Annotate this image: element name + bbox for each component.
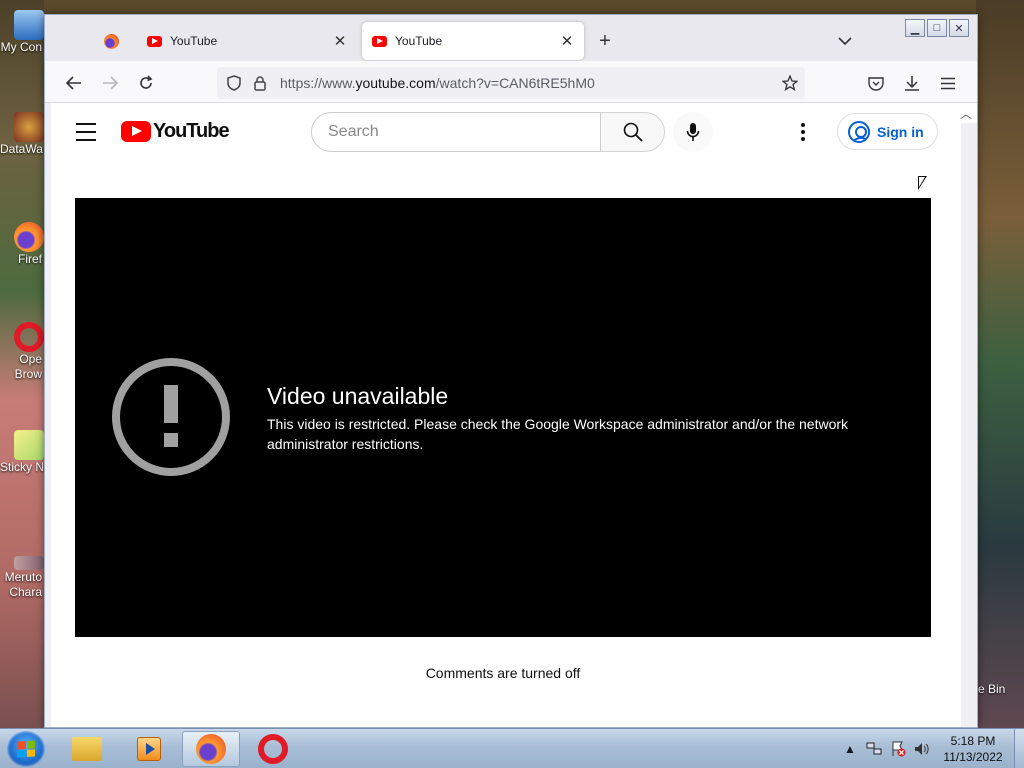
- desktop-icon-label: Firef: [18, 252, 42, 266]
- guide-menu-button[interactable]: [73, 121, 99, 143]
- action-center-alert-icon[interactable]: [890, 741, 906, 757]
- window-controls: ▁ □ ✕: [905, 19, 969, 37]
- tab-youtube-2-active[interactable]: YouTube ✕: [362, 22, 584, 60]
- pocket-icon: [868, 76, 884, 91]
- forward-button[interactable]: [97, 70, 123, 96]
- clock-time: 5:18 PM: [950, 734, 996, 748]
- recycle-bin-label[interactable]: e Bin: [978, 682, 1005, 696]
- microphone-icon: [686, 123, 700, 141]
- downloads-button[interactable]: [899, 70, 925, 96]
- desktop-icon-datawarehouse[interactable]: DataWa: [0, 112, 44, 157]
- desktop-icon-computer[interactable]: My Con: [0, 10, 44, 55]
- youtube-logo-text: YouTube: [153, 120, 230, 142]
- clock-date: 11/13/2022: [943, 750, 1003, 764]
- tab-youtube-1[interactable]: YouTube ✕: [135, 22, 357, 60]
- minimize-button[interactable]: ▁: [905, 19, 925, 37]
- datawa-icon: [14, 112, 44, 142]
- bookmark-star-icon[interactable]: [775, 68, 805, 98]
- navigation-toolbar: https://www.youtube.com/watch?v=CAN6tRE5…: [45, 61, 977, 103]
- page-content: YouTube Search Sign in Video unavailable: [51, 103, 961, 727]
- youtube-icon: [147, 35, 162, 47]
- tab-title: YouTube: [170, 34, 218, 48]
- media-player-icon: [137, 737, 161, 761]
- network-icon[interactable]: [866, 741, 882, 757]
- firefox-icon: [196, 734, 226, 764]
- desktop-icon-opera[interactable]: Ope Brow: [0, 322, 44, 382]
- search-icon: [623, 122, 643, 142]
- wallpaper: [976, 0, 1024, 728]
- video-player[interactable]: Video unavailable This video is restrict…: [75, 198, 931, 637]
- sticky-notes-icon: [14, 430, 44, 460]
- youtube-icon: [372, 35, 387, 47]
- desktop-icon-firefox[interactable]: Firef: [0, 222, 44, 267]
- scroll-up-arrow-icon[interactable]: ︿: [955, 103, 977, 123]
- taskbar-firefox[interactable]: [182, 731, 240, 767]
- desktop-icon-label: Sticky N: [0, 460, 45, 474]
- reload-icon: [140, 75, 153, 89]
- list-all-tabs-button[interactable]: [833, 29, 857, 53]
- show-desktop-button[interactable]: [1014, 729, 1024, 768]
- taskbar-clock[interactable]: 5:18 PM 11/13/2022: [940, 733, 1006, 765]
- image-icon: [14, 556, 44, 570]
- opera-icon: [14, 322, 44, 352]
- reload-button[interactable]: [133, 70, 159, 96]
- youtube-logo[interactable]: YouTube: [121, 120, 230, 143]
- sign-in-button[interactable]: Sign in: [837, 113, 938, 150]
- alert-icon: [112, 358, 230, 476]
- firefox-icon: [103, 33, 119, 49]
- chevron-down-icon: [838, 36, 852, 45]
- start-button[interactable]: [7, 731, 45, 767]
- pocket-button[interactable]: [863, 70, 889, 96]
- hamburger-menu-icon: [941, 77, 955, 89]
- error-title: Video unavailable: [267, 383, 449, 409]
- back-button[interactable]: [61, 70, 87, 96]
- close-icon[interactable]: ✕: [329, 30, 351, 52]
- tracking-protection-shield-icon[interactable]: [220, 69, 248, 97]
- search-button[interactable]: [601, 112, 665, 152]
- desktop-icon-label: My Con: [0, 40, 42, 54]
- mouse-cursor: [918, 176, 927, 190]
- desktop-icon-meruto[interactable]: Meruto Chara: [0, 556, 44, 600]
- close-window-button[interactable]: ✕: [949, 19, 969, 37]
- taskbar: ▲ 5:18 PM 11/13/2022: [0, 728, 1024, 768]
- opera-icon: [258, 734, 288, 764]
- youtube-icon: [121, 121, 151, 142]
- address-bar[interactable]: https://www.youtube.com/watch?v=CAN6tRE5…: [217, 67, 805, 99]
- settings-more-button[interactable]: [791, 119, 815, 145]
- voice-search-button[interactable]: [673, 112, 713, 152]
- error-message: This video is restricted. Please check t…: [267, 416, 849, 452]
- taskbar-media-player[interactable]: [120, 731, 178, 767]
- account-icon: [848, 120, 870, 143]
- taskbar-opera[interactable]: [244, 731, 302, 767]
- desktop-icon-label: Meruto Chara: [4, 570, 42, 599]
- maximize-button[interactable]: □: [927, 19, 947, 37]
- desktop-icon-sticky-notes[interactable]: Sticky N: [0, 430, 44, 475]
- desktop-icon-label: Ope Brow: [14, 352, 42, 381]
- system-tray: ▲: [842, 729, 930, 768]
- tray-expand-icon[interactable]: ▲: [842, 741, 858, 757]
- new-tab-button[interactable]: +: [593, 29, 617, 53]
- tab-title: YouTube: [395, 34, 443, 48]
- arrow-right-icon: [103, 76, 118, 90]
- app-menu-button[interactable]: [935, 70, 961, 96]
- arrow-left-icon: [66, 76, 81, 90]
- download-icon: [905, 76, 919, 91]
- url-text[interactable]: https://www.youtube.com/watch?v=CAN6tRE5…: [280, 75, 595, 91]
- comments-status: Comments are turned off: [425, 665, 581, 681]
- browser-window: YouTube ✕ YouTube ✕ + ▁ □ ✕ https://www.…: [44, 14, 978, 728]
- tab-bar: YouTube ✕ YouTube ✕ + ▁ □ ✕: [45, 15, 977, 61]
- lock-icon[interactable]: [246, 69, 274, 97]
- windows-logo-icon: [17, 740, 35, 758]
- youtube-masthead: YouTube Search Sign in: [51, 103, 961, 159]
- sign-in-label: Sign in: [877, 123, 924, 140]
- volume-icon[interactable]: [914, 741, 930, 757]
- tab-pinned-firefox[interactable]: [91, 22, 131, 60]
- search-input[interactable]: Search: [311, 112, 601, 152]
- close-icon[interactable]: ✕: [556, 30, 578, 52]
- computer-icon: [14, 10, 44, 40]
- desktop-icon-label: DataWa: [0, 142, 43, 156]
- firefox-icon: [14, 222, 44, 252]
- taskbar-explorer[interactable]: [58, 731, 116, 767]
- folder-icon: [72, 737, 102, 761]
